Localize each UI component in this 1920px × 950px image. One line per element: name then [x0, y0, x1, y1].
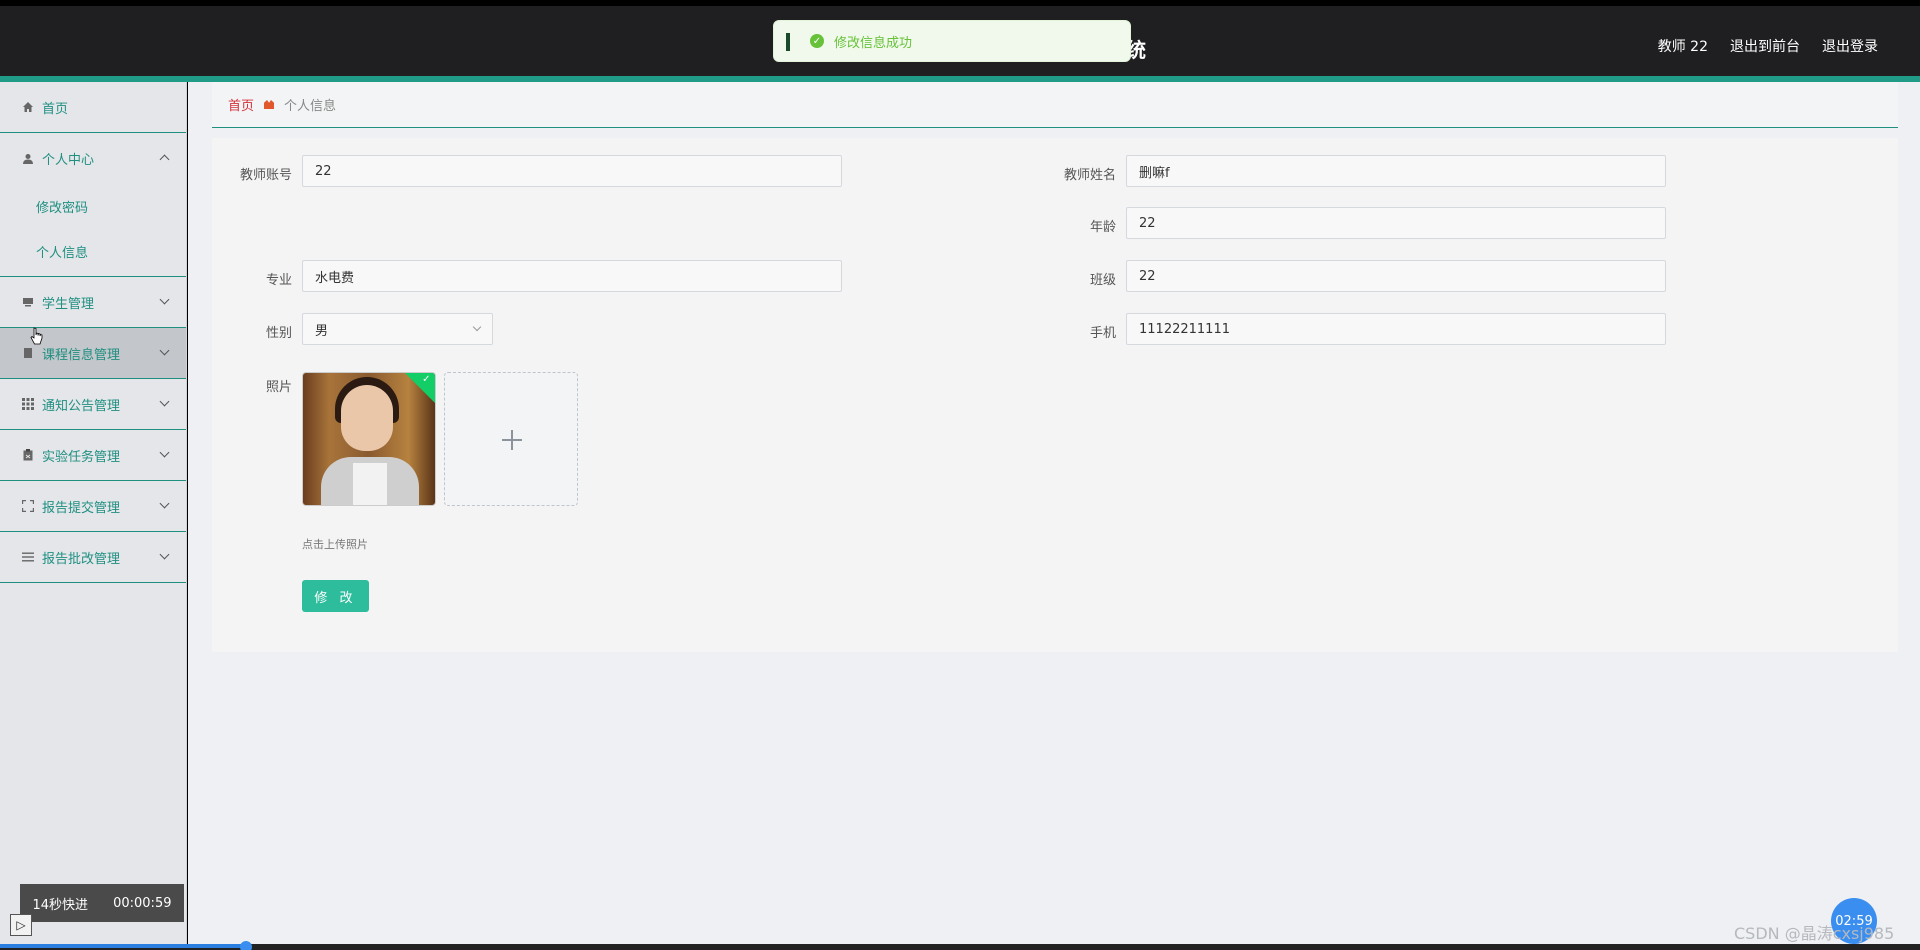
sidebar-item-report-submission-management[interactable]: 报告提交管理	[0, 481, 186, 532]
sidebar-item-personal-center[interactable]: 个人中心	[0, 133, 186, 184]
clipboard-icon	[23, 449, 33, 461]
upload-hint: 点击上传照片	[302, 538, 368, 551]
photo-label: 照片	[265, 380, 292, 395]
major-input[interactable]: 水电费	[302, 260, 842, 292]
class-label: 班级	[1089, 273, 1116, 288]
home-icon	[23, 102, 33, 112]
photo-upload-button[interactable]	[444, 372, 578, 506]
account-label: 教师账号	[239, 168, 292, 183]
age-label: 年龄	[1089, 220, 1116, 235]
gender-select[interactable]: 男	[302, 313, 493, 345]
top-links: 教师 22 退出到前台 退出登录	[1658, 36, 1878, 56]
sidebar-item-label: 课程信息管理	[42, 347, 121, 363]
main-content: 首页 个人信息 教师账号 22 教师姓名 删嘛f 年龄 22 专业 水电费 班级…	[188, 82, 1920, 944]
progress-fill	[0, 944, 246, 948]
sidebar-item-label: 个人中心	[42, 153, 95, 168]
chevron-up-icon	[159, 154, 170, 165]
success-check-icon: ✓	[810, 34, 824, 48]
sidebar-item-label: 学生管理	[42, 296, 95, 312]
age-input[interactable]: 22	[1126, 207, 1666, 239]
user-name-link[interactable]: 教师 22	[1658, 36, 1708, 56]
chevron-down-icon	[159, 549, 170, 560]
major-label: 专业	[265, 273, 292, 288]
sidebar-item-home[interactable]: 首页	[0, 82, 186, 133]
logout-link[interactable]: 退出登录	[1822, 36, 1878, 56]
mouse-cursor-icon	[30, 327, 43, 345]
fullscreen-icon	[22, 500, 34, 512]
sidebar-item-notice-management[interactable]: 通知公告管理	[0, 379, 186, 430]
sidebar-subitem-change-password[interactable]: 修改密码	[0, 184, 186, 229]
uploaded-photo[interactable]: ✓	[302, 372, 436, 506]
gender-select-value: 男	[315, 323, 329, 339]
breadcrumb-home-link[interactable]: 首页	[228, 95, 254, 114]
sidebar-subitem-personal-info[interactable]: 个人信息	[0, 229, 186, 274]
phone-label: 手机	[1089, 326, 1116, 341]
toast-marker	[786, 33, 790, 51]
chevron-down-icon	[159, 396, 170, 407]
chevron-down-icon	[472, 322, 482, 332]
submit-button[interactable]: 修 改	[302, 580, 369, 612]
success-toast: ✓ 修改信息成功	[773, 20, 1131, 62]
sidebar-item-label: 首页	[42, 101, 69, 117]
sidebar-item-label: 报告批改管理	[42, 551, 121, 567]
play-icon[interactable]: ▷	[10, 914, 32, 936]
video-progress-bar[interactable]	[0, 941, 1920, 950]
breadcrumb: 首页 个人信息	[212, 82, 1898, 128]
watermark: CSDN @晶涛cxsj985	[1734, 924, 1895, 943]
upload-success-badge: ✓	[403, 373, 435, 404]
user-icon	[23, 153, 33, 164]
sidebar-item-label: 报告提交管理	[42, 500, 121, 516]
check-icon: ✓	[422, 373, 431, 385]
sidebar-item-student-management[interactable]: 学生管理	[0, 277, 186, 328]
document-icon	[24, 348, 32, 358]
toast-message: 修改信息成功	[834, 35, 913, 51]
skip-label: 14秒快进	[32, 897, 89, 913]
account-input[interactable]: 22	[302, 155, 842, 187]
class-input[interactable]: 22	[1126, 260, 1666, 292]
chevron-down-icon	[159, 498, 170, 509]
phone-input[interactable]: 11122211111	[1126, 313, 1666, 345]
sidebar-item-label: 实验任务管理	[42, 449, 121, 465]
plus-icon-vertical	[511, 430, 513, 450]
chevron-down-icon	[159, 447, 170, 458]
personal-info-form: 教师账号 22 教师姓名 删嘛f 年龄 22 专业 水电费 班级 22 性别 男…	[212, 138, 1898, 652]
video-skip-overlay[interactable]: 14秒快进 00:00:59	[20, 884, 184, 922]
photo-shirt	[353, 463, 387, 505]
chevron-down-icon	[159, 345, 170, 356]
photo-face	[341, 385, 393, 451]
sidebar-item-course-management[interactable]: 课程信息管理	[0, 328, 186, 379]
sidebar: 首页 个人中心 修改密码 个人信息 学生管理 课程信息管理 通知公告管理 实验任…	[0, 82, 187, 944]
gender-label: 性别	[265, 326, 292, 341]
monitor-icon	[23, 298, 33, 307]
sidebar-item-label: 通知公告管理	[42, 398, 121, 414]
breadcrumb-current: 个人信息	[284, 99, 337, 114]
teacher-name-input[interactable]: 删嘛f	[1126, 155, 1666, 187]
sidebar-item-experiment-task-management[interactable]: 实验任务管理	[0, 430, 186, 481]
grid-icon	[22, 398, 34, 410]
sidebar-item-report-review-management[interactable]: 报告批改管理	[0, 532, 186, 583]
elapsed-time: 00:00:59	[113, 895, 172, 911]
front-desk-link[interactable]: 退出到前台	[1730, 36, 1800, 56]
personal-center-submenu: 修改密码 个人信息	[0, 184, 186, 277]
crown-icon	[264, 100, 275, 109]
list-icon	[22, 552, 34, 562]
progress-knob[interactable]	[240, 941, 252, 950]
teacher-name-label: 教师姓名	[1063, 168, 1116, 183]
chevron-down-icon	[159, 294, 170, 305]
